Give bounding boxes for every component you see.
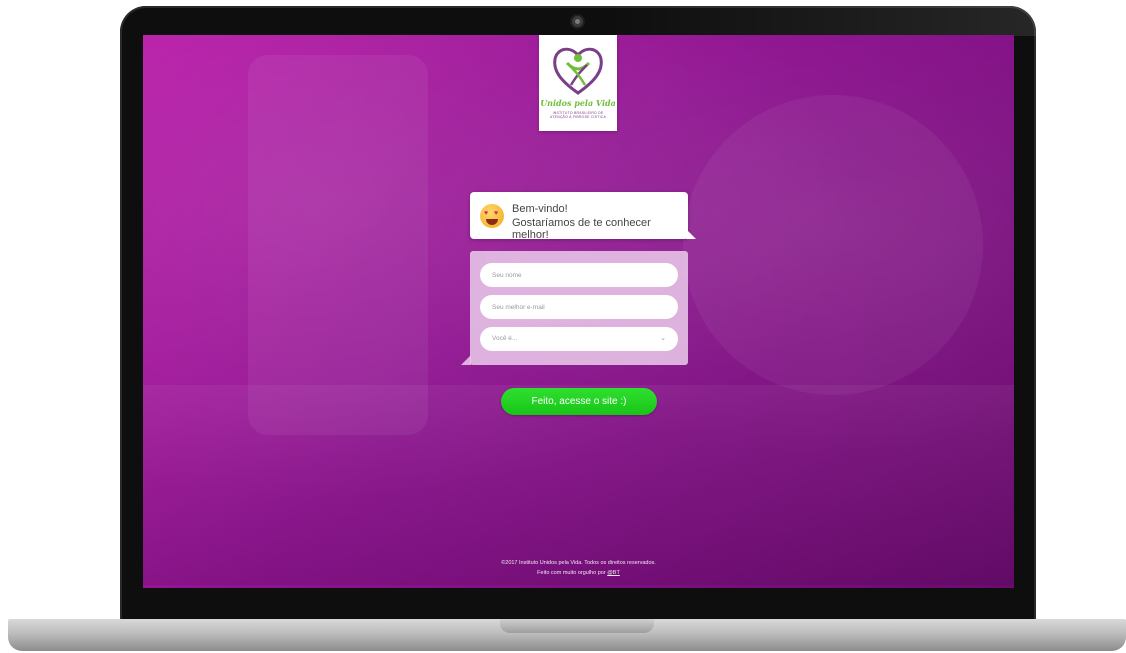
background-photo-pillow [248, 55, 428, 435]
welcome-message: Gostaríamos de te conhecer melhor! [512, 217, 651, 241]
webcam-icon [572, 16, 583, 27]
role-select-value: Você é... [492, 335, 518, 342]
role-select[interactable]: Você é... ⌄ [480, 327, 678, 351]
site-logo[interactable]: Unidos pela Vida INSTITUTO BRASILEIRO DE… [539, 35, 617, 131]
heart-eyes-emoji-icon: ♥ ♥ [480, 204, 504, 228]
logo-name: Unidos pela Vida [540, 98, 616, 108]
submit-button[interactable]: Feito, acesse o site :) [501, 388, 657, 415]
chevron-down-icon: ⌄ [660, 335, 666, 342]
signup-form: Você é... ⌄ [461, 251, 688, 365]
footer-copyright: ©2017 Instituto Unidos pela Vida. Todos … [501, 560, 656, 566]
laptop-notch [500, 619, 654, 633]
background-photo-bed [143, 385, 1014, 585]
email-input[interactable] [480, 295, 678, 319]
welcome-bubble: ♥ ♥ Bem-vindo! Gostaríamos de te conhece… [470, 192, 696, 241]
background-photo-person [683, 95, 983, 395]
heart-logo-icon [553, 47, 603, 95]
footer-credit-text: Feito com muito orgulho por [537, 570, 606, 576]
welcome-title: Bem-vindo! [512, 203, 568, 215]
lid-glare [605, 6, 1036, 36]
footer-credit-link[interactable]: @BT [607, 570, 620, 576]
name-input[interactable] [480, 263, 678, 287]
logo-subtitle: INSTITUTO BRASILEIRO DE ATENÇÃO À FIBROS… [549, 111, 607, 119]
screen: Unidos pela Vida INSTITUTO BRASILEIRO DE… [143, 35, 1014, 588]
footer-credit: Feito com muito orgulho por @BT [143, 570, 1014, 576]
